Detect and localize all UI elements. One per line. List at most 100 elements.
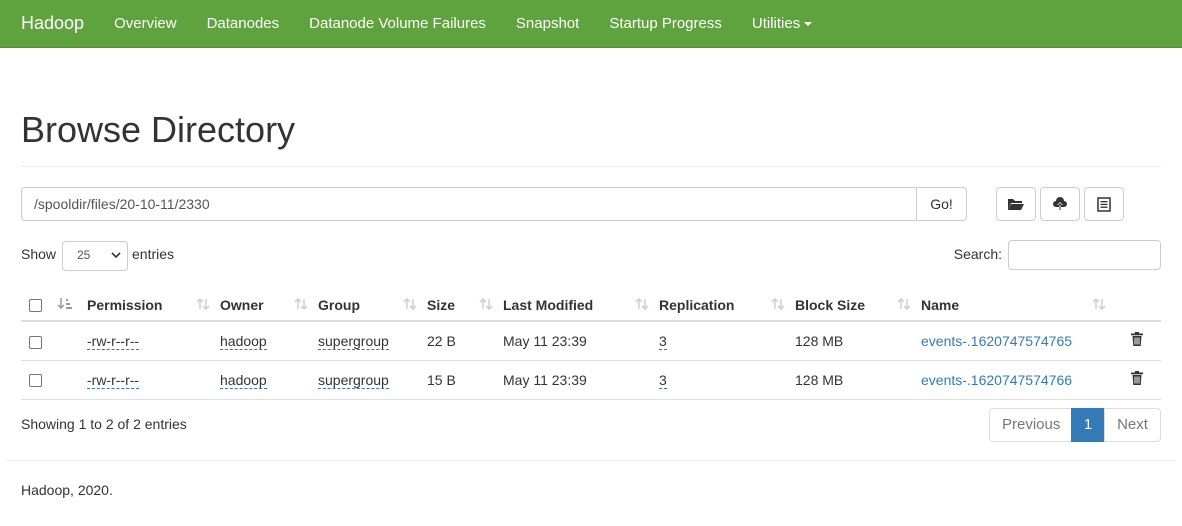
row-checkbox[interactable] — [29, 374, 42, 388]
main-container: Browse Directory /spooldir/files/20-10-1… — [0, 48, 1182, 460]
header-group-label: Group — [318, 296, 360, 313]
sort-icon — [635, 298, 649, 310]
replication-link[interactable]: 3 — [659, 332, 667, 350]
header-last-modified-label: Last Modified — [503, 296, 594, 313]
owner-link[interactable]: hadoop — [220, 332, 267, 350]
directory-path-input[interactable]: /spooldir/files/20-10-11/2330 — [21, 187, 917, 221]
file-name-link[interactable]: events-.1620747574766 — [921, 372, 1072, 388]
row-group-cell: supergroup — [318, 321, 427, 361]
sort-icon — [897, 298, 911, 310]
chevron-down-icon — [111, 252, 121, 259]
permission-link[interactable]: -rw-r--r-- — [87, 332, 140, 350]
row-owner-cell: hadoop — [220, 321, 318, 361]
main-nav: Overview Datanodes Datanode Volume Failu… — [114, 0, 842, 47]
page-title: Browse Directory — [21, 109, 296, 150]
table-footer: Showing 1 to 2 of 2 entries Previous 1 N… — [21, 407, 1161, 460]
entries-label: entries — [132, 246, 175, 262]
file-table: Permission Owner Group Size Last Modifie… — [21, 289, 1161, 400]
entries-select-value: 25 — [77, 248, 91, 262]
row-size-cell: 22 B — [427, 321, 503, 361]
header-actions — [1116, 289, 1161, 322]
row-group-cell: supergroup — [318, 360, 427, 400]
header-owner[interactable]: Owner — [220, 289, 318, 322]
upload-button[interactable] — [1040, 187, 1080, 221]
caret-down-icon — [804, 22, 813, 27]
nav-utilities-dropdown[interactable]: Utilities — [751, 15, 813, 32]
nav-overview[interactable]: Overview — [114, 15, 177, 32]
header-permission[interactable]: Permission — [87, 289, 220, 322]
row-size-cell: 15 B — [427, 360, 503, 400]
header-permission-label: Permission — [87, 296, 163, 313]
row-modified-cell: May 11 23:39 — [503, 321, 659, 361]
row-replication-cell: 3 — [659, 321, 795, 361]
cloud-upload-icon — [1053, 197, 1067, 210]
group-link[interactable]: supergroup — [318, 371, 389, 389]
pagination-next-button[interactable]: Next — [1104, 407, 1161, 442]
sort-icon — [403, 298, 417, 310]
trash-icon[interactable] — [1131, 371, 1143, 385]
header-name[interactable]: Name — [921, 289, 1116, 322]
header-size-label: Size — [427, 296, 456, 313]
sort-icon — [771, 298, 785, 310]
nav-datanode-volume-failures[interactable]: Datanode Volume Failures — [309, 15, 486, 32]
row-permission-cell: -rw-r--r-- — [87, 360, 220, 400]
sort-amount-down-icon — [57, 298, 72, 310]
create-directory-button[interactable] — [996, 187, 1036, 221]
pagination: Previous 1 Next — [989, 407, 1161, 442]
table-header-row: Permission Owner Group Size Last Modifie… — [21, 289, 1161, 322]
permission-link[interactable]: -rw-r--r-- — [87, 371, 140, 389]
header-last-modified[interactable]: Last Modified — [503, 289, 659, 322]
row-name-cell: events-.1620747574765 — [921, 321, 1116, 361]
header-block-size-label: Block Size — [795, 296, 866, 313]
row-replication-cell: 3 — [659, 360, 795, 400]
row-permission-cell: -rw-r--r-- — [87, 321, 220, 361]
row-select-cell — [21, 321, 49, 361]
row-delete-cell — [1116, 360, 1161, 400]
header-replication-label: Replication — [659, 296, 735, 313]
header-group[interactable]: Group — [318, 289, 427, 322]
pagination-previous-button[interactable]: Previous — [989, 407, 1072, 442]
nav-snapshot[interactable]: Snapshot — [516, 15, 579, 32]
path-bar: /spooldir/files/20-10-11/2330 Go! — [21, 187, 1161, 221]
show-label: Show — [21, 246, 57, 262]
table-controls: Show 25 entries Search: — [21, 240, 1161, 272]
header-size[interactable]: Size — [427, 289, 503, 322]
nav-utilities-label: Utilities — [751, 15, 801, 32]
select-all-checkbox[interactable] — [29, 299, 42, 313]
trash-icon[interactable] — [1131, 332, 1143, 347]
sort-icon — [294, 298, 308, 310]
owner-link[interactable]: hadoop — [220, 371, 267, 389]
header-select-all — [21, 289, 49, 322]
go-button[interactable]: Go! — [916, 187, 967, 221]
table-info: Showing 1 to 2 of 2 entries — [21, 415, 187, 432]
sort-icon — [479, 298, 493, 310]
sort-icon — [1092, 298, 1106, 310]
entries-per-page-select[interactable]: 25 — [62, 241, 128, 271]
row-spacer-cell — [49, 360, 87, 400]
row-modified-cell: May 11 23:39 — [503, 360, 659, 400]
header-sort-default[interactable] — [49, 289, 87, 322]
nav-datanodes[interactable]: Datanodes — [207, 15, 280, 32]
row-name-cell: events-.1620747574766 — [921, 360, 1116, 400]
search-input[interactable] — [1008, 240, 1161, 270]
row-delete-cell — [1116, 321, 1161, 361]
group-link[interactable]: supergroup — [318, 332, 389, 350]
folder-open-icon — [1008, 199, 1024, 210]
header-replication[interactable]: Replication — [659, 289, 795, 322]
nav-startup-progress[interactable]: Startup Progress — [609, 15, 722, 32]
page-footer: Hadoop, 2020. — [21, 481, 113, 498]
row-block-size-cell: 128 MB — [795, 360, 921, 400]
row-checkbox[interactable] — [29, 335, 42, 349]
title-divider — [21, 166, 1161, 167]
search-label: Search: — [953, 246, 1002, 262]
row-block-size-cell: 128 MB — [795, 321, 921, 361]
pagination-page-1-button[interactable]: 1 — [1071, 407, 1105, 442]
row-select-cell — [21, 360, 49, 400]
replication-link[interactable]: 3 — [659, 371, 667, 389]
brand-link[interactable]: Hadoop — [21, 13, 84, 34]
file-name-link[interactable]: events-.1620747574765 — [921, 333, 1072, 349]
header-block-size[interactable]: Block Size — [795, 289, 921, 322]
table-row: -rw-r--r-- hadoop supergroup 15 B May 11… — [21, 360, 1161, 400]
cut-paste-button[interactable] — [1084, 187, 1124, 221]
sort-icon — [196, 298, 210, 310]
